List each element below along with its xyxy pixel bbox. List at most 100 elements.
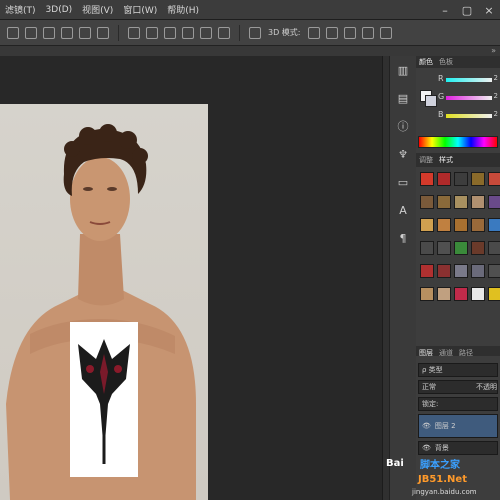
style-swatch[interactable] (454, 218, 468, 232)
tab-color[interactable]: 颜色 (419, 57, 433, 67)
green-slider-track[interactable] (446, 96, 492, 100)
style-swatch[interactable] (471, 218, 485, 232)
menu-3d[interactable]: 3D(D) (46, 5, 73, 15)
clone-source-icon[interactable]: ▭ (395, 174, 411, 190)
tab-paths[interactable]: 路径 (459, 348, 473, 357)
style-swatch[interactable] (437, 264, 451, 278)
style-swatch[interactable] (420, 195, 434, 209)
style-swatch[interactable] (420, 241, 434, 255)
layer-name: 背景 (434, 444, 449, 452)
blend-mode-select[interactable]: 正常 (422, 382, 436, 392)
style-swatch[interactable] (437, 287, 451, 301)
lock-row: 锁定: (418, 397, 498, 411)
red-slider-track[interactable] (446, 78, 492, 82)
3d-slide-icon[interactable] (361, 26, 374, 39)
auto-align-icon[interactable] (249, 26, 261, 39)
style-swatch[interactable] (454, 287, 468, 301)
style-swatch[interactable] (420, 172, 434, 186)
align-hcenter-icon[interactable] (79, 26, 91, 39)
3d-roll-icon[interactable] (325, 26, 338, 39)
tab-channels[interactable]: 通道 (439, 348, 453, 357)
style-swatch[interactable] (471, 264, 485, 278)
style-swatch[interactable] (437, 172, 451, 186)
character-icon[interactable]: A (395, 202, 411, 218)
style-swatch[interactable] (454, 172, 468, 186)
jb51-url-watermark: JB51.Net (418, 474, 467, 485)
3d-scale-icon[interactable] (379, 26, 392, 39)
canvas-area[interactable] (0, 56, 382, 500)
blue-slider-track[interactable] (446, 114, 492, 118)
green-value[interactable]: 2 (494, 92, 498, 100)
style-swatch[interactable] (488, 195, 500, 209)
divider (239, 24, 240, 41)
style-swatch[interactable] (454, 195, 468, 209)
document-image[interactable] (0, 104, 208, 500)
tab-styles[interactable]: 样式 (439, 155, 453, 165)
style-swatch[interactable] (437, 241, 451, 255)
tab-swatches[interactable]: 色板 (439, 57, 453, 67)
menu-filter[interactable]: 滤镜(T) (5, 3, 36, 16)
style-swatch[interactable] (488, 218, 500, 232)
eye-icon[interactable]: 👁 (422, 422, 431, 430)
3d-mode-label: 3D 模式: (268, 28, 301, 37)
panel-icon-column: ▥ ▤ ⓘ ♆ ▭ A ¶ (389, 56, 417, 500)
brush-preset-icon[interactable]: ♆ (395, 146, 411, 162)
align-right-icon[interactable] (97, 26, 109, 39)
align-top-icon[interactable] (7, 26, 19, 39)
background-color-swatch[interactable] (425, 95, 437, 107)
layer-filter-select[interactable]: ρ 类型 (418, 363, 498, 377)
style-swatch[interactable] (420, 218, 434, 232)
distribute-right-icon[interactable] (218, 26, 230, 39)
style-swatch[interactable] (471, 241, 485, 255)
color-panel-tabs: 颜色 色板 (416, 56, 500, 68)
red-slider[interactable]: R 2 (438, 74, 498, 88)
style-swatch[interactable] (488, 264, 500, 278)
style-swatch[interactable] (420, 264, 434, 278)
style-swatch[interactable] (471, 172, 485, 186)
menu-window[interactable]: 窗口(W) (123, 3, 157, 16)
layers-panel: ρ 类型 正常 不透明 锁定: 👁 图层 2 👁 背景 (416, 360, 500, 458)
collapse-icon[interactable]: » (491, 46, 496, 56)
red-value[interactable]: 2 (494, 74, 498, 82)
style-swatch[interactable] (454, 264, 468, 278)
style-swatch[interactable] (488, 287, 500, 301)
style-swatch[interactable] (471, 287, 485, 301)
actions-icon[interactable]: ▤ (395, 90, 411, 106)
3d-rotate-icon[interactable] (307, 26, 320, 39)
menu-help[interactable]: 帮助(H) (167, 3, 199, 16)
distribute-left-icon[interactable] (182, 26, 194, 39)
right-panel: 颜色 色板 R 2 G 2 B 2 调整 样式 图层 通道 路径 ρ 类型 正常… (416, 56, 500, 500)
portrait-image (6, 124, 196, 500)
menu-view[interactable]: 视图(V) (82, 3, 113, 16)
minimize-button[interactable]: – (434, 0, 456, 20)
distribute-bottom-icon[interactable] (164, 26, 176, 39)
distribute-vcenter-icon[interactable] (146, 26, 158, 39)
paragraph-icon[interactable]: ¶ (395, 230, 411, 246)
style-swatch[interactable] (488, 172, 500, 186)
style-swatch[interactable] (437, 195, 451, 209)
style-swatch[interactable] (437, 218, 451, 232)
tab-adjustments[interactable]: 调整 (419, 155, 433, 165)
maximize-button[interactable]: ▢ (456, 0, 478, 20)
close-button[interactable]: × (478, 0, 500, 20)
green-slider[interactable]: G 2 (438, 92, 498, 106)
style-swatch[interactable] (454, 241, 468, 255)
eye-icon[interactable]: 👁 (422, 444, 431, 452)
distribute-hcenter-icon[interactable] (200, 26, 212, 39)
blue-slider[interactable]: B 2 (438, 110, 498, 124)
style-swatch[interactable] (420, 287, 434, 301)
tab-layers[interactable]: 图层 (419, 348, 433, 357)
info-icon[interactable]: ⓘ (395, 118, 411, 134)
style-swatch[interactable] (471, 195, 485, 209)
color-spectrum[interactable] (418, 136, 498, 148)
3d-pan-icon[interactable] (343, 26, 356, 39)
layer-item-selected[interactable]: 👁 图层 2 (418, 414, 498, 438)
align-left-icon[interactable] (61, 26, 73, 39)
blue-value[interactable]: 2 (494, 110, 498, 118)
align-vcenter-icon[interactable] (25, 26, 37, 39)
layer-item[interactable]: 👁 背景 (418, 441, 498, 455)
history-icon[interactable]: ▥ (395, 62, 411, 78)
distribute-top-icon[interactable] (128, 26, 140, 39)
style-swatch[interactable] (488, 241, 500, 255)
align-bottom-icon[interactable] (43, 26, 55, 39)
